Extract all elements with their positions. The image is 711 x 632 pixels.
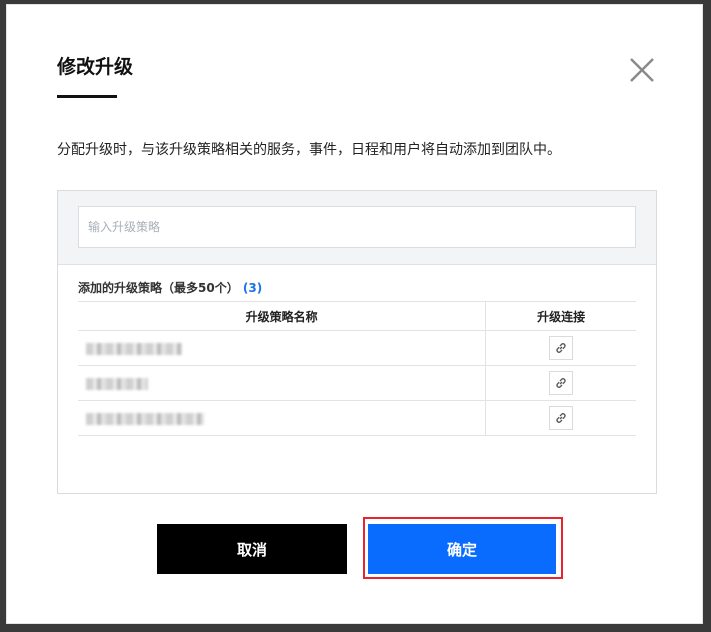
policy-link-button[interactable]	[549, 406, 574, 430]
close-button[interactable]	[627, 55, 657, 85]
added-policies-label: 添加的升级策略（最多50个） (3)	[78, 279, 262, 296]
search-area	[58, 191, 656, 265]
column-header-link: 升级连接	[485, 301, 636, 331]
policy-name-cell	[78, 330, 487, 366]
table-row	[78, 330, 636, 366]
dialog-title: 修改升级	[57, 56, 134, 78]
policy-name-cell	[78, 400, 487, 436]
edit-escalation-dialog: 修改升级 分配升级时，与该升级策略相关的服务，事件，日程和用户将自动添加到团队中…	[6, 4, 703, 624]
cancel-button[interactable]: 取消	[157, 524, 347, 574]
redacted-policy-name	[86, 378, 148, 390]
policy-name-cell	[78, 365, 487, 401]
close-icon	[630, 58, 654, 82]
added-count: (3)	[242, 281, 263, 295]
confirm-button[interactable]: 确定	[368, 524, 556, 574]
table-header-row: 升级策略名称 升级连接	[78, 301, 636, 331]
escalation-policy-table: 升级策略名称 升级连接	[78, 301, 636, 436]
policy-link-cell	[485, 400, 636, 436]
link-icon	[556, 343, 566, 353]
policy-link-button[interactable]	[549, 336, 574, 360]
redacted-policy-name	[86, 413, 204, 425]
redacted-policy-name	[86, 343, 182, 355]
policy-link-cell	[485, 330, 636, 366]
link-icon	[556, 413, 566, 423]
escalation-policy-panel: 添加的升级策略（最多50个） (3) 升级策略名称 升级连接	[57, 190, 657, 494]
policy-link-cell	[485, 365, 636, 401]
added-label-text: 添加的升级策略（最多50个）	[78, 281, 239, 295]
dialog-description: 分配升级时，与该升级策略相关的服务，事件，日程和用户将自动添加到团队中。	[57, 142, 561, 158]
table-row	[78, 365, 636, 401]
table-row	[78, 400, 636, 436]
column-header-name: 升级策略名称	[78, 301, 487, 331]
policy-link-button[interactable]	[549, 371, 574, 395]
link-icon	[556, 378, 566, 388]
escalation-search-input[interactable]	[78, 206, 636, 248]
title-underline	[57, 95, 117, 98]
